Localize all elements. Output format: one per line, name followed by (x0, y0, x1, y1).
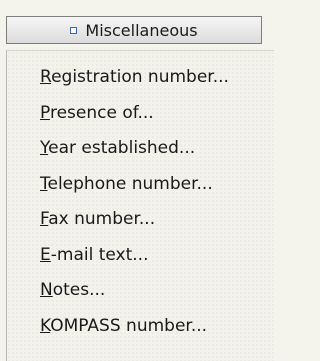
menu-item-presence-of[interactable]: Presence of... (40, 100, 154, 126)
menu-item-label: ax number... (48, 209, 156, 229)
mnemonic-letter: R (40, 67, 52, 87)
menu-item-notes[interactable]: Notes... (40, 277, 105, 303)
mnemonic-letter: P (40, 103, 50, 123)
menu-item-telephone-number[interactable]: Telephone number... (40, 171, 213, 197)
menu-item-label: -mail text... (50, 245, 149, 265)
miscellaneous-menu: Registration number... Presence of... Ye… (6, 50, 274, 361)
mnemonic-letter: K (40, 316, 51, 336)
menu-item-email-text[interactable]: E-mail text... (40, 242, 148, 268)
mnemonic-letter: N (40, 280, 53, 300)
menu-item-label: egistration number... (51, 67, 229, 87)
mnemonic-letter: E (40, 245, 51, 265)
square-bullet-icon (70, 26, 78, 34)
menu-item-fax-number[interactable]: Fax number... (40, 206, 155, 232)
header-label: Miscellaneous (85, 20, 198, 40)
menu-item-label: OMPASS number... (50, 316, 208, 336)
menu-item-label: otes... (52, 280, 106, 300)
menu-item-label: ear established... (48, 138, 196, 158)
menu-item-year-established[interactable]: Year established... (40, 135, 195, 161)
miscellaneous-header-button[interactable]: Miscellaneous (6, 16, 262, 44)
menu-item-registration-number[interactable]: Registration number... (40, 64, 229, 90)
menu-item-label: elephone number... (47, 174, 213, 194)
mnemonic-letter: T (40, 174, 48, 194)
menu-item-kompass-number[interactable]: KOMPASS number... (40, 313, 207, 339)
mnemonic-letter: Y (40, 138, 49, 158)
menu-item-label: resence of... (49, 103, 154, 123)
mnemonic-letter: F (40, 209, 49, 229)
